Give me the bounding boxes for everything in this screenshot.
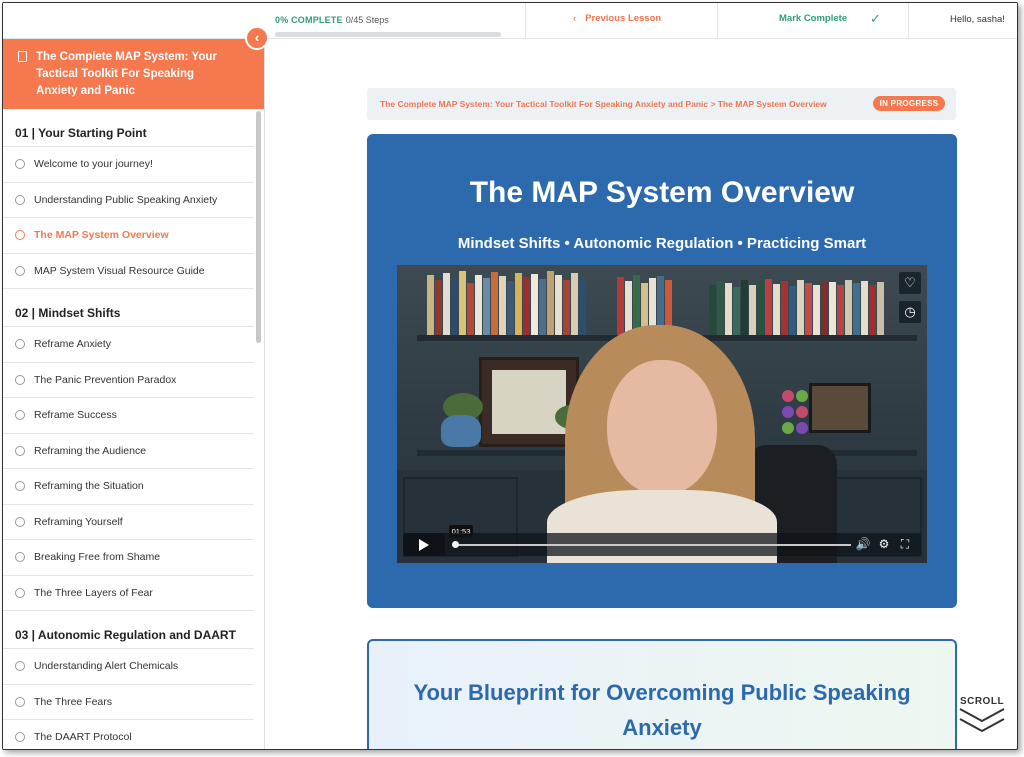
presenter-face	[607, 360, 717, 495]
status-circle-icon	[15, 410, 25, 420]
lesson-item[interactable]: Reframing the Audience	[3, 434, 254, 469]
lesson-label: Welcome to your journey!	[34, 158, 153, 170]
status-circle-icon	[15, 516, 25, 527]
status-circle-icon	[15, 552, 25, 562]
lesson-label: Understanding Alert Chemicals	[34, 660, 179, 672]
video-controls: 🔊 ⚙ ⛶	[403, 533, 921, 556]
status-circle-icon	[15, 230, 25, 240]
lesson-label: Reframing the Audience	[34, 444, 147, 457]
section-heading[interactable]: 03 | Autonomic Regulation and DAART	[3, 611, 254, 649]
lesson-item[interactable]: Understanding Public Speaking Anxiety	[3, 183, 254, 218]
progress-steps: 0/45 Steps	[345, 15, 389, 25]
lesson-item[interactable]: Understanding Alert Chemicals	[3, 649, 254, 685]
previous-lesson-button[interactable]: ‹ Previous Lesson	[573, 13, 661, 24]
mark-complete-button[interactable]: Mark Complete	[779, 13, 847, 24]
course-progress: 0% COMPLETE 0/45 Steps	[275, 10, 505, 37]
lesson-item[interactable]: The Three Fears	[3, 685, 254, 720]
lesson-label: The Three Fears	[34, 695, 113, 708]
section-heading[interactable]: 01 | Your Starting Point	[3, 109, 254, 147]
section-heading[interactable]: 02 | Mindset Shifts	[3, 289, 254, 327]
lesson-label: Reframing Yourself	[34, 515, 123, 528]
previous-lesson-label: Previous Lesson	[585, 13, 662, 24]
status-badge: IN PROGRESS	[873, 96, 945, 111]
lesson-item[interactable]: The Panic Prevention Paradox	[3, 363, 254, 398]
scroll-label: SCROLL	[959, 696, 1005, 707]
fullscreen-icon[interactable]: ⛶	[897, 536, 913, 552]
status-circle-icon	[15, 339, 25, 349]
lesson-item[interactable]: Reframe Anxiety	[3, 327, 254, 363]
dumbbells	[782, 390, 818, 436]
user-greeting[interactable]: Hello, sasha!	[950, 14, 1005, 25]
status-circle-icon	[15, 732, 25, 742]
lesson-label: MAP System Visual Resource Guide	[34, 264, 205, 277]
lesson-label: The Three Layers of Fear	[34, 586, 153, 599]
lesson-item[interactable]: MAP System Visual Resource Guide	[3, 254, 254, 289]
heart-icon[interactable]: ♡	[899, 272, 921, 294]
chevron-left-icon: ‹	[254, 30, 260, 45]
lesson-item[interactable]: Reframe Success	[3, 398, 254, 434]
course-header: The Complete MAP System: Your Tactical T…	[3, 39, 264, 109]
settings-icon[interactable]: ⚙	[876, 536, 892, 552]
lesson-item[interactable]: Breaking Free from Shame	[3, 540, 254, 576]
play-icon[interactable]	[403, 533, 445, 556]
course-sidebar: The Complete MAP System: Your Tactical T…	[3, 39, 265, 749]
lesson-label: Reframe Anxiety	[34, 338, 112, 350]
lesson-item[interactable]: Reframing the Situation	[3, 469, 254, 505]
lesson-label: Reframing the Situation	[34, 480, 144, 492]
scrubber-handle[interactable]	[452, 541, 459, 548]
scroll-down-button[interactable]: SCROLL	[956, 696, 1008, 740]
check-icon[interactable]: ✓	[870, 11, 881, 27]
lesson-label: The MAP System Overview	[34, 229, 169, 241]
lesson-item[interactable]: Welcome to your journey!	[3, 147, 254, 183]
topbar-divider	[908, 3, 909, 39]
lesson-label: The Panic Prevention Paradox	[34, 373, 177, 386]
clock-icon[interactable]: ◷	[899, 301, 921, 323]
lesson-item[interactable]: Reframing Yourself	[3, 505, 254, 540]
status-circle-icon	[15, 265, 25, 276]
volume-icon[interactable]: 🔊	[855, 536, 871, 552]
books	[427, 269, 587, 335]
chevron-left-icon: ‹	[573, 13, 577, 24]
topbar-divider	[717, 3, 718, 39]
shelf	[417, 335, 617, 341]
books	[709, 279, 885, 335]
topbar-divider	[525, 3, 526, 39]
lesson-item[interactable]: The DAART Protocol	[3, 720, 254, 749]
lesson-label: Breaking Free from Shame	[34, 551, 161, 563]
vase	[441, 415, 481, 447]
lesson-list: 01 | Your Starting Point Welcome to your…	[3, 109, 254, 749]
collapse-sidebar-button[interactable]: ‹	[245, 26, 269, 50]
progress-percent: 0% COMPLETE	[275, 15, 343, 25]
blueprint-heading: Your Blueprint for Overcoming Public Spe…	[413, 680, 911, 740]
status-circle-icon	[15, 374, 25, 385]
page-title: The MAP System Overview	[469, 176, 855, 209]
lesson-label: Understanding Public Speaking Anxiety	[34, 193, 218, 206]
status-circle-icon	[15, 445, 25, 456]
lesson-label: The DAART Protocol	[34, 731, 132, 743]
document-icon	[18, 51, 27, 62]
breadcrumb-text[interactable]: The Complete MAP System: Your Tactical T…	[380, 99, 827, 109]
progress-bar	[275, 32, 501, 37]
page-subtitle: Mindset Shifts • Autonomic Regulation • …	[457, 235, 867, 252]
top-bar: 0% COMPLETE 0/45 Steps ‹ Previous Lesson M…	[3, 3, 1017, 39]
lesson-item-active[interactable]: The MAP System Overview	[3, 218, 254, 254]
app-window: 0% COMPLETE 0/45 Steps ‹ Previous Lesson M…	[2, 2, 1018, 750]
sidebar-scrollbar[interactable]	[256, 111, 261, 343]
status-circle-icon	[15, 159, 25, 169]
lesson-item[interactable]: The Three Layers of Fear	[3, 576, 254, 611]
video-scrubber[interactable]	[453, 544, 851, 546]
framed-diploma	[479, 357, 579, 447]
status-circle-icon	[15, 194, 25, 205]
status-circle-icon	[15, 587, 25, 598]
status-circle-icon	[15, 661, 25, 671]
course-title[interactable]: The Complete MAP System: Your Tactical T…	[36, 49, 236, 100]
status-circle-icon	[15, 481, 25, 491]
framed-photo	[809, 383, 871, 433]
status-circle-icon	[15, 696, 25, 707]
blueprint-card: Your Blueprint for Overcoming Public Spe…	[367, 639, 957, 749]
lesson-label: Reframe Success	[34, 409, 117, 421]
breadcrumb: The Complete MAP System: Your Tactical T…	[367, 88, 956, 120]
video-player[interactable]: ♡ ◷ 01:53 🔊 ⚙ ⛶	[397, 265, 927, 563]
chevron-down-icon	[959, 708, 1005, 733]
